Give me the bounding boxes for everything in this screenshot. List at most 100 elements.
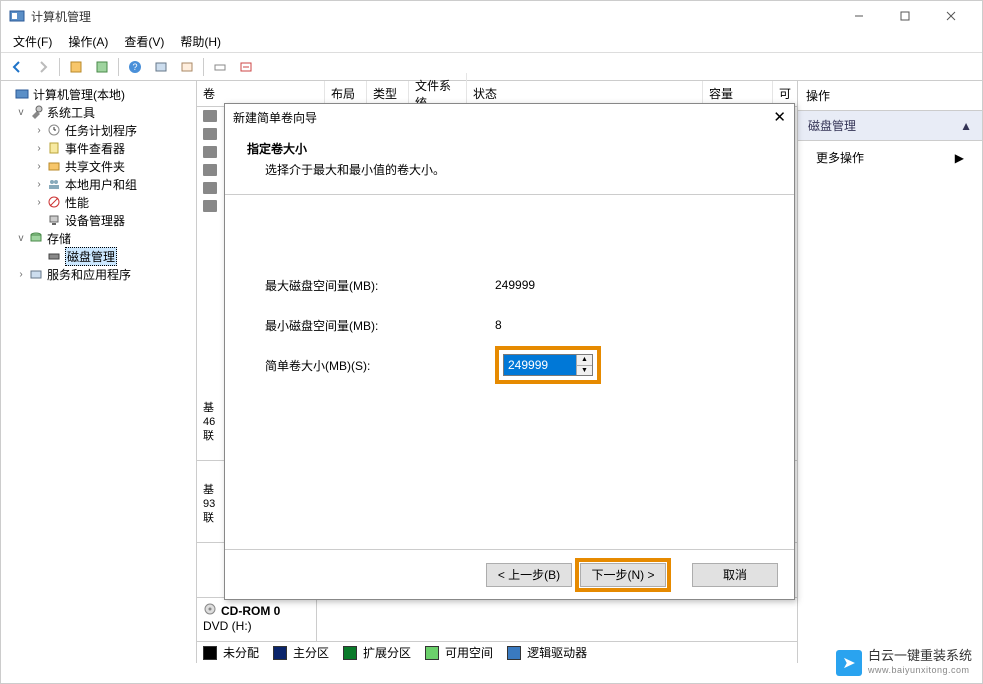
- perf-icon: [46, 194, 62, 210]
- watermark-text: 白云一键重装系统: [868, 649, 972, 663]
- wizard-body: 最大磁盘空间量(MB): 249999 最小磁盘空间量(MB): 8 简单卷大小…: [225, 195, 794, 549]
- tree-root[interactable]: 计算机管理(本地): [1, 85, 196, 103]
- cdrom-title: CD-ROM 0: [221, 604, 280, 618]
- window-title: 计算机管理: [31, 8, 836, 25]
- title-bar: 计算机管理: [1, 1, 982, 31]
- legend-primary: 主分区: [293, 644, 329, 661]
- min-space-value: 8: [495, 318, 502, 332]
- toolbar-separator: [118, 58, 119, 76]
- back-button[interactable]: < 上一步(B): [486, 563, 572, 587]
- maximize-button[interactable]: [882, 1, 928, 31]
- computer-icon: [14, 86, 30, 102]
- spinner-up[interactable]: ▲: [577, 355, 592, 366]
- actions-more[interactable]: 更多操作 ▶: [798, 141, 982, 174]
- max-space-label: 最大磁盘空间量(MB):: [265, 277, 495, 294]
- drive-icon: [203, 200, 217, 212]
- legend-unalloc: 未分配: [223, 644, 259, 661]
- size-input[interactable]: [504, 355, 576, 375]
- wizard-subheading: 选择介于最大和最小值的卷大小。: [265, 161, 772, 178]
- tools-icon: [28, 104, 44, 120]
- tb-btn-1[interactable]: [64, 56, 88, 78]
- menu-help[interactable]: 帮助(H): [172, 31, 229, 52]
- legend-unalloc-swatch: [203, 646, 217, 660]
- menu-action[interactable]: 操作(A): [60, 31, 116, 52]
- max-space-value: 249999: [495, 278, 535, 292]
- actions-panel: 操作 磁盘管理 ▲ 更多操作 ▶: [798, 81, 982, 663]
- legend-logical-swatch: [507, 646, 521, 660]
- legend-primary-swatch: [273, 646, 287, 660]
- tree-perf[interactable]: › 性能: [1, 193, 196, 211]
- spinner-down[interactable]: ▼: [577, 366, 592, 376]
- toolbar: ?: [1, 53, 982, 81]
- toolbar-separator: [203, 58, 204, 76]
- wizard-titlebar: 新建简单卷向导 ✕: [225, 104, 794, 130]
- forward-button[interactable]: [31, 56, 55, 78]
- menu-view[interactable]: 查看(V): [116, 31, 172, 52]
- actions-group[interactable]: 磁盘管理 ▲: [798, 111, 982, 141]
- drive-icon: [203, 146, 217, 158]
- drive-icon: [203, 110, 217, 122]
- watermark-url: www.baiyunxitong.com: [868, 663, 972, 677]
- tree-storage[interactable]: v 存储: [1, 229, 196, 247]
- tb-btn-6[interactable]: [234, 56, 258, 78]
- drive-icon: [203, 128, 217, 140]
- device-icon: [46, 212, 62, 228]
- wizard-buttons: < 上一步(B) 下一步(N) > 取消: [225, 549, 794, 599]
- tree-users[interactable]: › 本地用户和组: [1, 175, 196, 193]
- size-spinner-highlight: ▲ ▼: [495, 346, 601, 384]
- tb-btn-5[interactable]: [208, 56, 232, 78]
- chevron-right-icon: ▶: [955, 151, 964, 165]
- tree-services[interactable]: › 服务和应用程序: [1, 265, 196, 283]
- svg-text:?: ?: [132, 62, 137, 72]
- tb-btn-3[interactable]: [149, 56, 173, 78]
- legend-free: 可用空间: [445, 644, 493, 661]
- app-icon: [9, 8, 25, 24]
- wizard-close-button[interactable]: ✕: [756, 108, 786, 126]
- collapse-icon: ▲: [960, 119, 972, 133]
- event-icon: [46, 140, 62, 156]
- tb-btn-2[interactable]: [90, 56, 114, 78]
- menu-bar: 文件(F) 操作(A) 查看(V) 帮助(H): [1, 31, 982, 53]
- services-icon: [28, 266, 44, 282]
- cdrom-row[interactable]: CD-ROM 0 DVD (H:): [197, 597, 797, 641]
- wizard-title-text: 新建简单卷向导: [233, 109, 756, 126]
- close-button[interactable]: [928, 1, 974, 31]
- legend-logical: 逻辑驱动器: [527, 644, 587, 661]
- help-icon[interactable]: ?: [123, 56, 147, 78]
- drive-icon: [203, 182, 217, 194]
- tree-systools[interactable]: v 系统工具: [1, 103, 196, 121]
- watermark-icon: ➤: [836, 650, 862, 676]
- tree-diskmgmt[interactable]: 磁盘管理: [1, 247, 196, 265]
- legend-ext-swatch: [343, 646, 357, 660]
- users-icon: [46, 176, 62, 192]
- legend: 未分配 主分区 扩展分区 可用空间 逻辑驱动器: [197, 641, 797, 663]
- cancel-button[interactable]: 取消: [692, 563, 778, 587]
- wizard-heading: 指定卷大小: [247, 140, 772, 157]
- tree-panel: 计算机管理(本地) v 系统工具 › 任务计划程序 › 事件查看器 › 共享文件…: [1, 81, 197, 663]
- folder-share-icon: [46, 158, 62, 174]
- wizard-header: 指定卷大小 选择介于最大和最小值的卷大小。: [225, 130, 794, 195]
- legend-ext: 扩展分区: [363, 644, 411, 661]
- size-label: 简单卷大小(MB)(S):: [265, 357, 495, 374]
- disk-icon: [46, 248, 62, 264]
- toolbar-separator: [59, 58, 60, 76]
- tree-shared[interactable]: › 共享文件夹: [1, 157, 196, 175]
- drive-icon: [203, 164, 217, 176]
- tree-task[interactable]: › 任务计划程序: [1, 121, 196, 139]
- wizard-dialog: 新建简单卷向导 ✕ 指定卷大小 选择介于最大和最小值的卷大小。 最大磁盘空间量(…: [224, 103, 795, 600]
- legend-free-swatch: [425, 646, 439, 660]
- back-button[interactable]: [5, 56, 29, 78]
- menu-file[interactable]: 文件(F): [5, 31, 60, 52]
- min-space-label: 最小磁盘空间量(MB):: [265, 317, 495, 334]
- storage-icon: [28, 230, 44, 246]
- tree-event[interactable]: › 事件查看器: [1, 139, 196, 157]
- next-button[interactable]: 下一步(N) >: [580, 563, 666, 587]
- watermark: ➤ 白云一键重装系统 www.baiyunxitong.com: [836, 649, 972, 677]
- tb-btn-4[interactable]: [175, 56, 199, 78]
- minimize-button[interactable]: [836, 1, 882, 31]
- clock-icon: [46, 122, 62, 138]
- cdrom-icon: [203, 602, 217, 619]
- cdrom-sub: DVD (H:): [203, 619, 310, 633]
- actions-header: 操作: [798, 81, 982, 111]
- tree-devmgr[interactable]: 设备管理器: [1, 211, 196, 229]
